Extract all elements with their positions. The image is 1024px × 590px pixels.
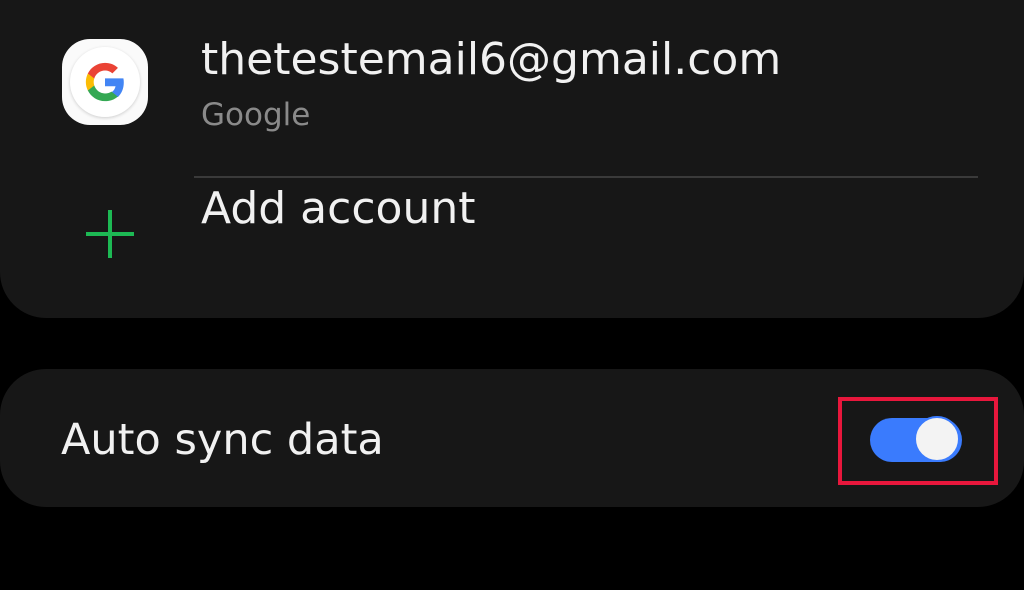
add-account-label: Add account (201, 183, 476, 234)
divider (194, 176, 978, 178)
account-email: thetestemail6@gmail.com (201, 34, 782, 85)
add-account-button[interactable] (0, 188, 1024, 278)
google-icon (70, 47, 140, 117)
google-account-tile (62, 39, 148, 125)
auto-sync-label: Auto sync data (61, 415, 384, 465)
account-type-label: Google (201, 97, 311, 133)
accounts-card: thetestemail6@gmail.com Google Add accou… (0, 0, 1024, 318)
plus-icon (86, 210, 134, 258)
highlight-box (838, 397, 998, 485)
